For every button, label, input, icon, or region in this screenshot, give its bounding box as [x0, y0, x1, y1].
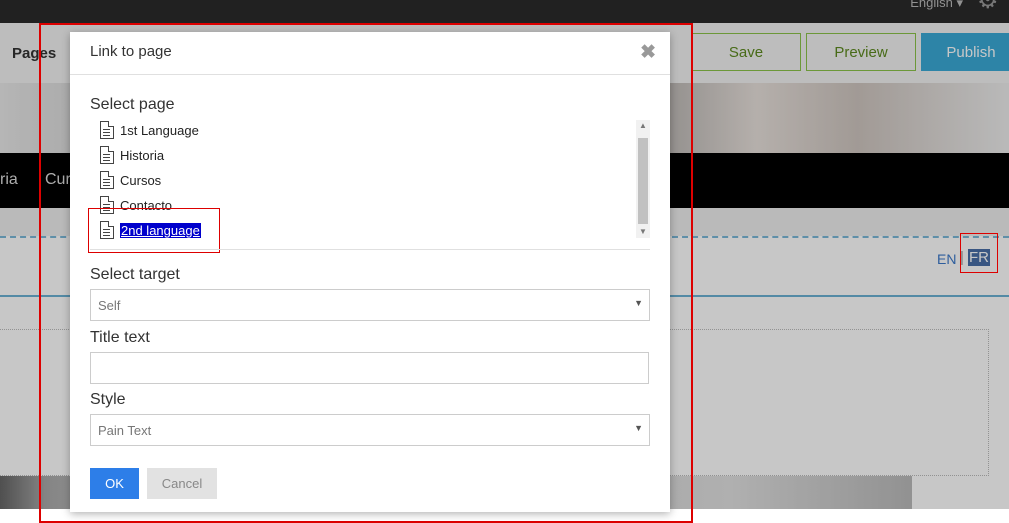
scroll-down-icon[interactable]: ▼ — [636, 226, 650, 238]
title-text-input[interactable] — [90, 352, 649, 384]
dialog-title: Link to page — [90, 43, 172, 60]
page-item-label: Historia — [120, 147, 165, 163]
page-list-scrollbar[interactable]: ▲ ▼ — [636, 120, 650, 238]
link-to-page-dialog: Link to page ✖ Select page 1st Language … — [70, 32, 670, 512]
page-item-historia[interactable]: Historia — [100, 144, 164, 166]
dialog-divider — [90, 249, 650, 250]
document-icon — [100, 121, 114, 139]
chevron-down-icon: ▼ — [634, 298, 643, 308]
close-icon[interactable]: ✖ — [640, 41, 656, 64]
cancel-button[interactable]: Cancel — [147, 468, 217, 499]
document-icon — [100, 171, 114, 189]
title-text-label: Title text — [90, 329, 150, 346]
annotation-box-fr — [960, 233, 998, 273]
select-target-label: Select target — [90, 266, 180, 283]
style-label: Style — [90, 391, 126, 408]
target-select[interactable]: Self ▼ — [90, 289, 650, 321]
dialog-header: Link to page ✖ — [70, 32, 670, 75]
document-icon — [100, 146, 114, 164]
page-item-label: Cursos — [120, 172, 162, 188]
chevron-down-icon: ▼ — [634, 423, 643, 433]
page-item-cursos[interactable]: Cursos — [100, 169, 161, 191]
scroll-up-icon[interactable]: ▲ — [636, 120, 650, 132]
scrollbar-thumb[interactable] — [638, 138, 648, 224]
page-item-1st-language[interactable]: 1st Language — [100, 119, 199, 141]
select-page-label: Select page — [90, 96, 175, 113]
style-select-value: Pain Text — [98, 423, 152, 438]
annotation-box-selected-page — [88, 208, 220, 253]
ok-button[interactable]: OK — [90, 468, 139, 499]
page-item-label: 1st Language — [120, 122, 199, 138]
style-select[interactable]: Pain Text ▼ — [90, 414, 650, 446]
target-select-value: Self — [98, 298, 121, 313]
